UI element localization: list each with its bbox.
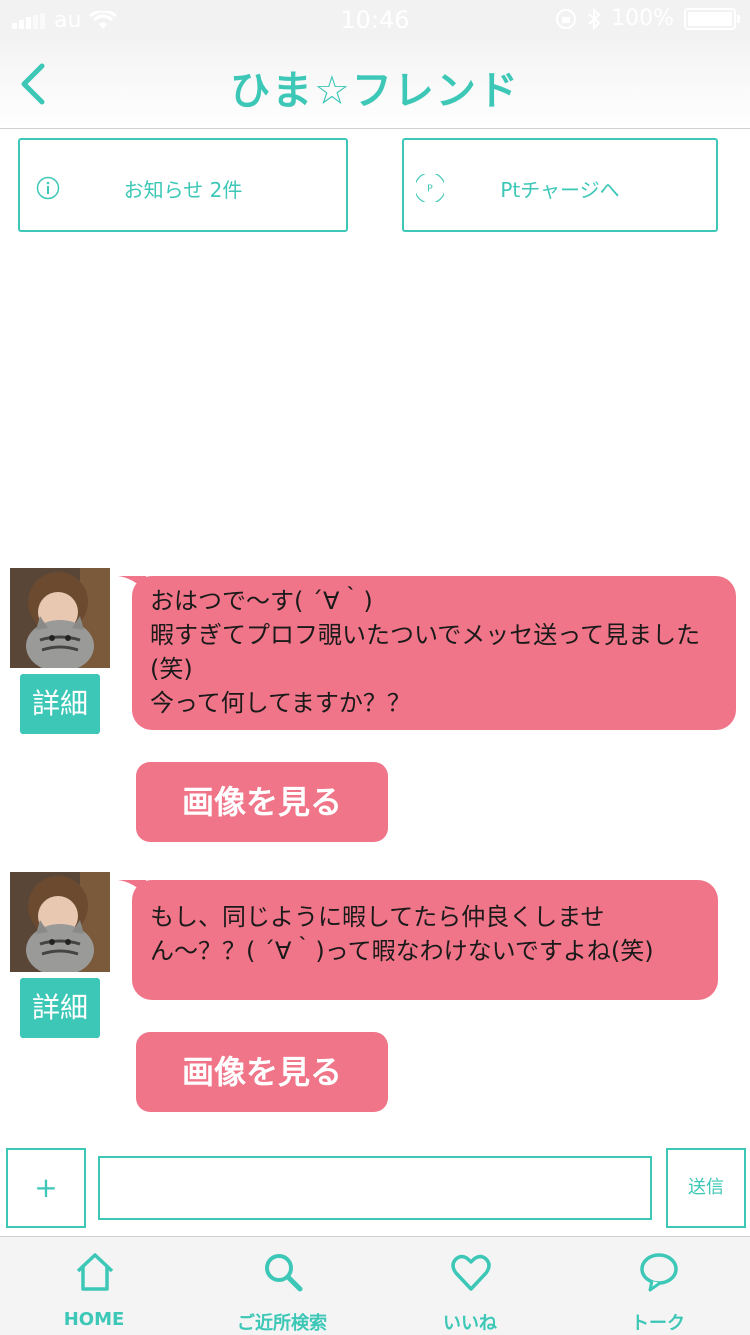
orientation-lock-icon: [556, 8, 577, 29]
message-bubble: もし、同じように暇してたら仲良くしません〜？？( ´∀｀)って暇なわけないですよ…: [132, 880, 718, 1000]
battery-percent: 100%: [611, 6, 674, 31]
status-bar: au 10:46 100%: [0, 0, 750, 40]
sender-avatar[interactable]: [10, 872, 110, 972]
app-header: ひま☆フレンド: [0, 40, 750, 129]
view-image-button[interactable]: 画像を見る: [136, 762, 388, 842]
message-bubble: おはつで〜す( ´∀｀) 暇すぎてプロフ覗いたついでメッセ送って見ました(笑) …: [132, 576, 736, 730]
heart-icon: [451, 1254, 491, 1291]
home-icon: [76, 1253, 114, 1291]
avatar-photo: [10, 568, 110, 668]
notice-label: お知らせ 2件: [123, 178, 243, 202]
tab-nearby-search[interactable]: ご近所検索: [188, 1237, 376, 1335]
tab-bar: HOME ご近所検索 いいね トーク: [0, 1236, 750, 1335]
search-icon: [265, 1254, 303, 1292]
tab-home[interactable]: HOME: [0, 1237, 188, 1335]
detail-button[interactable]: 詳細: [20, 674, 100, 734]
message-input[interactable]: [98, 1156, 652, 1220]
status-right: 100%: [555, 6, 740, 31]
send-button[interactable]: 送信: [666, 1148, 746, 1228]
detail-button[interactable]: 詳細: [20, 978, 100, 1038]
tab-talk[interactable]: トーク: [564, 1237, 750, 1335]
battery-icon: [684, 7, 740, 30]
tab-label: いいね: [443, 1313, 497, 1334]
pt-charge-button[interactable]: P Ptチャージへ: [402, 138, 718, 232]
attach-plus-button[interactable]: +: [6, 1148, 86, 1228]
tab-likes[interactable]: いいね: [376, 1237, 564, 1335]
view-image-button[interactable]: 画像を見る: [136, 1032, 388, 1112]
avatar-photo: [10, 872, 110, 972]
app-title: ひま☆フレンド: [230, 68, 520, 114]
tab-label: ご近所検索: [237, 1313, 327, 1334]
tab-label: トーク: [631, 1313, 685, 1334]
charge-label: Ptチャージへ: [500, 178, 620, 202]
tab-label: HOME: [63, 1309, 125, 1330]
notice-button[interactable]: お知らせ 2件: [18, 138, 348, 232]
sender-avatar[interactable]: [10, 568, 110, 668]
speech-bubble-icon: [640, 1253, 678, 1292]
bluetooth-icon: [588, 7, 601, 30]
